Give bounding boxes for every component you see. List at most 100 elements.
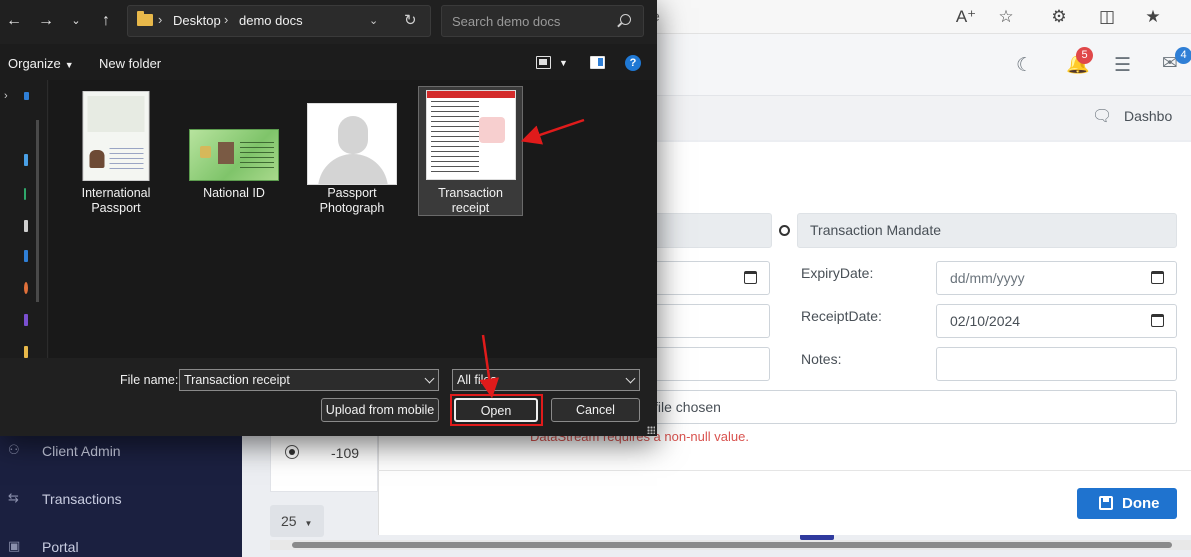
chevron-right-icon: › <box>224 12 229 27</box>
messages-badge: 4 <box>1175 47 1191 64</box>
scrollbar-thumb[interactable] <box>292 542 1172 548</box>
modal-divider <box>378 470 1191 471</box>
expand-chevron-icon[interactable]: › <box>4 90 8 102</box>
document-type-field[interactable]: Transaction Mandate <box>797 213 1177 248</box>
dialog-footer: File name: Transaction receipt All files… <box>0 358 657 436</box>
view-options-caret-icon[interactable]: ▼ <box>559 58 568 68</box>
preview-pane-icon[interactable] <box>590 56 605 69</box>
save-disk-icon <box>1099 496 1113 510</box>
nav-item-icon[interactable] <box>24 220 28 232</box>
nav-item-icon[interactable] <box>24 346 28 358</box>
receipt-date-label: ReceiptDate: <box>801 308 882 324</box>
sidebar-item-label: Portal <box>42 539 79 555</box>
chevron-right-icon: › <box>158 12 163 27</box>
file-list: International Passport National ID Passp… <box>49 80 657 358</box>
sidebar-item-portal[interactable]: ▣ Portal <box>0 528 242 557</box>
file-name: National ID <box>203 186 265 200</box>
page-size-select[interactable]: 25 ▼ <box>270 505 324 537</box>
receipt-thumbnail <box>425 90 516 180</box>
notes-input[interactable] <box>936 347 1177 381</box>
sidebar-item-transactions[interactable]: ⇆ Transactions <box>0 480 242 520</box>
organize-menu[interactable]: Organize ▼ <box>8 56 74 71</box>
file-item-national-id[interactable]: National ID <box>182 86 286 220</box>
caret-down-icon: ▼ <box>304 519 313 528</box>
navigation-pane: › <box>0 80 48 358</box>
sidebar-item-client-admin[interactable]: ⚇ Client Admin <box>0 432 242 472</box>
breadcrumb-demo-docs[interactable]: demo docs <box>239 13 303 28</box>
done-button-label: Done <box>1122 495 1160 512</box>
extensions-icon[interactable]: ⚙ <box>1048 6 1070 28</box>
swap-icon: ⇆ <box>8 490 19 505</box>
annotation-highlight-box <box>450 394 543 426</box>
receipt-date-input[interactable]: 02/10/2024 <box>936 304 1177 338</box>
split-screen-icon[interactable]: ◫ <box>1096 6 1118 28</box>
nav-item-icon[interactable] <box>24 92 29 100</box>
table-row: -109 <box>270 430 378 492</box>
refresh-icon[interactable]: ↻ <box>404 11 417 29</box>
resize-grip-icon[interactable] <box>647 426 655 434</box>
passport-photo-thumbnail <box>307 103 397 185</box>
receipt-date-value: 02/10/2024 <box>950 313 1021 329</box>
calendar-icon[interactable] <box>744 271 757 284</box>
nav-item-icon[interactable] <box>24 154 28 166</box>
file-item-passport-photograph[interactable]: Passport Photograph <box>300 86 404 220</box>
horizontal-scrollbar[interactable] <box>270 540 1191 550</box>
done-button[interactable]: Done <box>1077 488 1177 519</box>
back-arrow-icon[interactable]: ← <box>4 10 24 32</box>
calendar-icon[interactable] <box>1151 314 1164 327</box>
file-name: Passport Photograph <box>319 186 385 215</box>
view-mode-icon[interactable] <box>536 56 551 69</box>
nav-item-icon[interactable] <box>24 188 26 200</box>
recent-locations-chevron-icon[interactable]: ⌄ <box>66 10 86 32</box>
search-input[interactable]: Search demo docs <box>441 5 644 37</box>
file-name: Transaction receipt <box>438 186 503 215</box>
dark-mode-moon-icon[interactable]: ☾ <box>1016 54 1033 77</box>
notes-label: Notes: <box>801 351 842 367</box>
address-dropdown-icon[interactable]: ⌄ <box>369 14 378 27</box>
task-list-icon[interactable]: ☰ <box>1114 54 1131 77</box>
favorites-icon[interactable]: ★ <box>1142 6 1164 28</box>
file-name: International Passport <box>81 186 151 215</box>
breadcrumb-desktop[interactable]: Desktop <box>173 13 221 28</box>
address-bar[interactable]: › Desktop › demo docs ⌄ ↻ <box>127 5 431 37</box>
file-item-transaction-receipt[interactable]: Transaction receipt <box>418 86 523 216</box>
search-icon[interactable] <box>779 225 790 236</box>
expiry-date-label: ExpiryDate: <box>801 265 874 281</box>
calendar-icon[interactable] <box>1151 271 1164 284</box>
row-radio[interactable] <box>285 445 299 459</box>
file-type-value: All files <box>457 373 497 387</box>
file-name-input[interactable]: Transaction receipt <box>179 369 439 391</box>
nav-item-icon[interactable] <box>24 282 28 294</box>
help-icon[interactable]: ? <box>625 55 641 71</box>
nav-item-icon[interactable] <box>24 250 28 262</box>
cancel-button[interactable]: Cancel <box>551 398 640 422</box>
upload-from-mobile-button[interactable]: Upload from mobile <box>321 398 439 422</box>
portal-icon: ▣ <box>8 538 21 553</box>
organize-label: Organize <box>8 56 61 71</box>
expiry-date-input[interactable]: dd/mm/yyyy <box>936 261 1177 295</box>
file-open-dialog: ← → ⌄ ↑ › Desktop › demo docs ⌄ ↻ Search… <box>0 0 657 436</box>
nav-item-icon[interactable] <box>24 314 28 326</box>
dialog-toolbar: Organize ▼ New folder ▼ <box>0 48 657 80</box>
folder-icon <box>137 11 153 26</box>
chat-icon[interactable]: 🗨 <box>1092 106 1112 126</box>
file-item-international-passport[interactable]: International Passport <box>64 86 168 220</box>
file-chosen-text: file chosen <box>654 399 721 415</box>
read-aloud-icon[interactable]: A⁺ <box>955 6 977 28</box>
forward-arrow-icon[interactable]: → <box>36 10 56 32</box>
national-id-thumbnail <box>189 129 279 181</box>
new-folder-button[interactable]: New folder <box>99 56 161 71</box>
dashboard-link[interactable]: Dashbo <box>1124 108 1172 124</box>
file-name-value: Transaction receipt <box>184 373 290 387</box>
expiry-date-placeholder: dd/mm/yyyy <box>950 270 1025 286</box>
up-arrow-icon[interactable]: ↑ <box>96 10 116 32</box>
chevron-down-icon[interactable] <box>625 373 636 384</box>
chevron-down-icon[interactable] <box>424 373 435 384</box>
page-size-value: 25 <box>281 513 297 529</box>
favorite-star-icon[interactable]: ☆ <box>995 6 1017 28</box>
search-placeholder: Search demo docs <box>452 14 561 29</box>
table-cell-value: -109 <box>331 445 360 461</box>
file-type-select[interactable]: All files <box>452 369 640 391</box>
search-icon[interactable] <box>620 14 631 25</box>
nav-pane-scrollbar[interactable] <box>36 120 39 302</box>
